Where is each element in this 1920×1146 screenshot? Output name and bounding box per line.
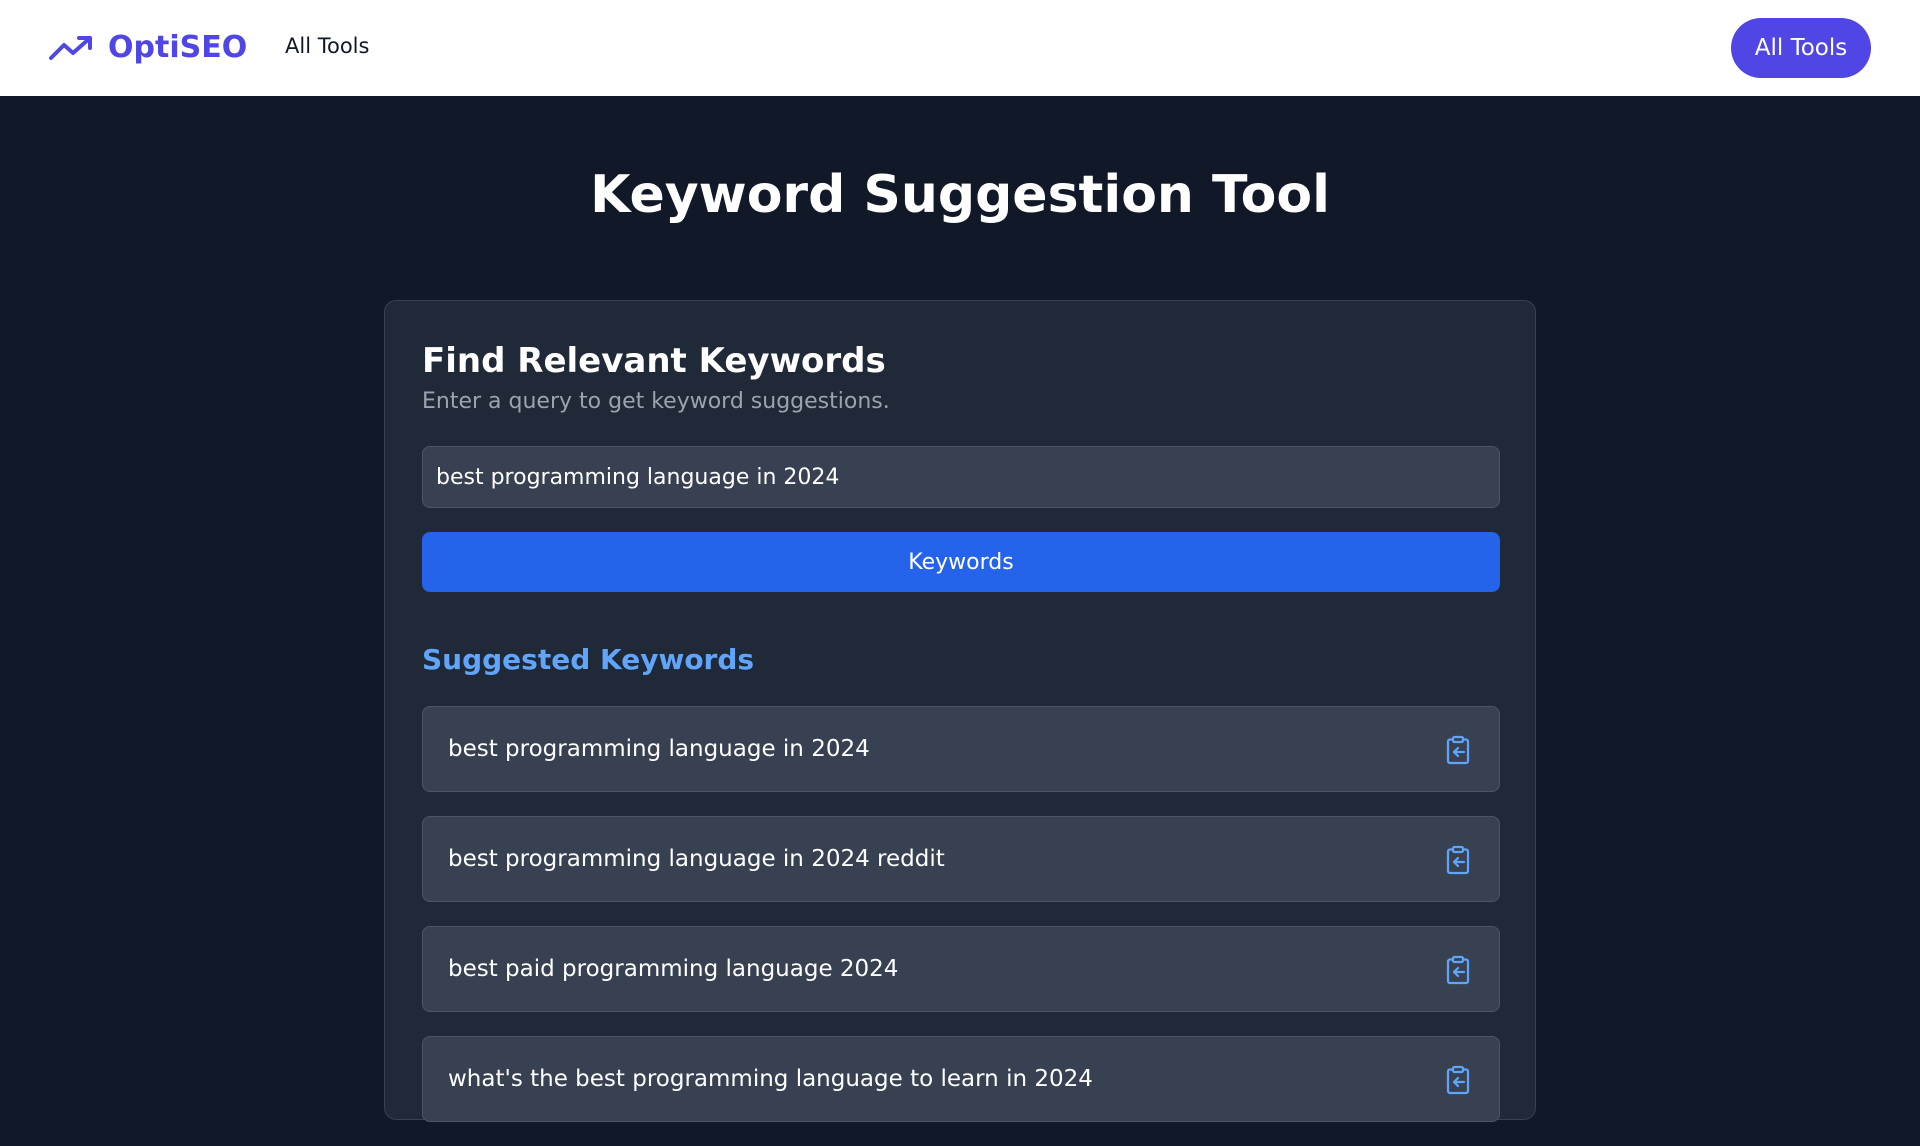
clipboard-copy-icon[interactable] [1442,1064,1474,1096]
suggested-keywords-title: Suggested Keywords [422,643,755,676]
page-title: Keyword Suggestion Tool [590,165,1330,225]
brand-name: OptiSEO [108,30,248,65]
clipboard-copy-icon[interactable] [1442,734,1474,766]
keyword-item: best programming language in 2024 [422,706,1500,792]
brand-logo-link[interactable]: OptiSEO [48,30,247,65]
keyword-item: best paid programming language 2024 [422,926,1500,1012]
keyword-text: best programming language in 2024 reddit [448,846,945,872]
clipboard-copy-icon[interactable] [1442,954,1474,986]
keyword-item: best programming language in 2024 reddit [422,816,1500,902]
keywords-button[interactable]: Keywords [422,532,1500,592]
all-tools-button[interactable]: All Tools [1731,18,1871,78]
keyword-text: best paid programming language 2024 [448,956,899,982]
keyword-list: best programming language in 2024 best p… [422,706,1500,1146]
navbar: OptiSEO All Tools All Tools [0,0,1920,96]
keyword-tool-card: Find Relevant Keywords Enter a query to … [384,300,1536,1122]
nav-link-all-tools[interactable]: All Tools [285,34,369,58]
keyword-item: what's the best programming language to … [422,1036,1500,1122]
trending-up-icon [48,34,94,62]
query-input[interactable] [422,446,1500,508]
card-title: Find Relevant Keywords [422,341,886,381]
card-subtitle: Enter a query to get keyword suggestions… [422,389,890,414]
clipboard-copy-icon[interactable] [1442,844,1474,876]
keyword-text: what's the best programming language to … [448,1066,1093,1092]
keyword-text: best programming language in 2024 [448,736,870,762]
